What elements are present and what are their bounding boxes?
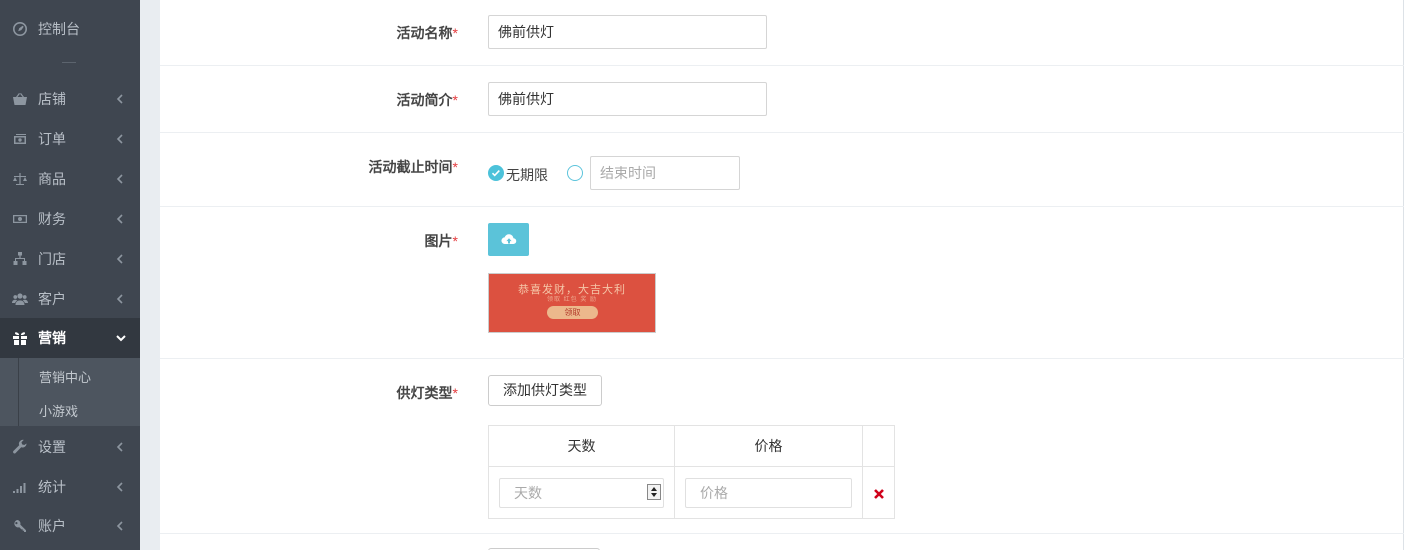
stepper-up-icon — [651, 487, 657, 491]
sitemap-icon — [11, 251, 29, 267]
activity-name-input[interactable] — [488, 15, 767, 49]
chevron-left-icon — [116, 294, 126, 304]
price-input[interactable] — [685, 477, 852, 508]
chevron-left-icon — [116, 214, 126, 224]
chevron-down-icon — [116, 334, 126, 342]
deadline-label: 活动截止时间* — [368, 159, 458, 175]
sidebar-item-label: 商品 — [38, 171, 66, 187]
gift-icon — [11, 330, 29, 346]
sidebar-item-account[interactable]: 账户 — [0, 506, 140, 546]
cloud-upload-icon — [500, 233, 516, 244]
activity-name-label: 活动名称* — [396, 25, 458, 41]
preview-subline: 领取 红包 奖 励 — [546, 297, 597, 303]
required-mark: * — [452, 233, 458, 249]
table-row — [488, 466, 895, 519]
delete-cell — [862, 466, 895, 519]
sidebar: 控制台 店铺 订单 商品 财务 门店 客户 营销 营销中心 小游戏 设置 统计 … — [0, 0, 140, 550]
days-cell — [488, 466, 675, 519]
chevron-left-icon — [116, 254, 126, 264]
sidebar-item-label: 控制台 — [38, 21, 80, 37]
column-header-days: 天数 — [488, 425, 675, 467]
sidebar-item-label: 客户 — [38, 291, 66, 307]
sidebar-item-customers[interactable]: 客户 — [0, 279, 140, 319]
end-time-radio[interactable] — [567, 165, 583, 181]
chevron-left-icon — [116, 521, 126, 531]
users-icon — [11, 291, 29, 307]
stepper-down-icon — [651, 493, 657, 497]
sidebar-item-label: 订单 — [38, 131, 66, 147]
column-header-price: 价格 — [674, 425, 863, 467]
column-header-actions — [862, 425, 895, 467]
chevron-left-icon — [116, 134, 126, 144]
chevron-left-icon — [116, 174, 126, 184]
add-lamp-type-button[interactable]: 添加供灯类型 — [488, 375, 602, 406]
dashboard-icon — [11, 21, 29, 37]
money-icon — [11, 131, 29, 147]
sidebar-item-label: 门店 — [38, 251, 66, 267]
days-input[interactable] — [499, 477, 664, 508]
image-label: 图片* — [424, 233, 458, 249]
submenu-item-marketing-center[interactable]: 营销中心 — [39, 367, 91, 386]
sidebar-item-stats[interactable]: 统计 — [0, 467, 140, 507]
key-icon — [11, 518, 29, 534]
check-icon — [491, 170, 500, 177]
sidebar-item-label: 账户 — [38, 518, 66, 534]
price-cell — [674, 466, 863, 519]
preview-button: 领取 — [547, 306, 598, 319]
sidebar-item-label: 财务 — [38, 211, 66, 227]
main-form-panel: 活动名称* 活动简介* 活动截止时间* 无期限 图片* 恭喜发财，大吉大利 领取… — [160, 0, 1404, 550]
sidebar-item-label: 店铺 — [38, 91, 66, 107]
sidebar-item-settings[interactable]: 设置 — [0, 427, 140, 467]
balance-scale-icon — [11, 171, 29, 187]
required-mark: * — [452, 159, 458, 175]
marketing-submenu: 营销中心 小游戏 — [0, 358, 140, 426]
unlimited-radio[interactable] — [488, 165, 504, 181]
required-mark: * — [452, 25, 458, 41]
sidebar-item-finance[interactable]: 财务 — [0, 199, 140, 239]
signal-icon — [11, 479, 29, 495]
image-preview[interactable]: 恭喜发财，大吉大利 领取 红包 奖 励 领取 — [488, 273, 656, 333]
sidebar-divider — [62, 62, 76, 63]
days-stepper[interactable] — [647, 484, 661, 500]
sidebar-item-orders[interactable]: 订单 — [0, 119, 140, 159]
sidebar-item-dashboard[interactable]: 控制台 — [0, 9, 140, 49]
form-row-image: 图片* 恭喜发财，大吉大利 领取 红包 奖 励 领取 — [160, 207, 1404, 359]
sidebar-item-label: 设置 — [38, 439, 66, 455]
form-row-lamp-type: 供灯类型* 添加供灯类型 天数 价格 — [160, 359, 1404, 534]
activity-intro-label: 活动简介* — [396, 92, 458, 108]
upload-button[interactable] — [488, 223, 529, 256]
activity-intro-input[interactable] — [488, 82, 767, 116]
unlimited-label: 无期限 — [506, 167, 548, 183]
basket-icon — [11, 91, 29, 107]
cash-icon — [11, 211, 29, 227]
chevron-left-icon — [116, 94, 126, 104]
required-mark: * — [452, 385, 458, 401]
lamp-type-label: 供灯类型* — [396, 385, 458, 401]
sidebar-item-shop[interactable]: 店铺 — [0, 79, 140, 119]
chevron-left-icon — [116, 442, 126, 452]
end-time-input[interactable] — [590, 156, 740, 190]
lamp-type-table: 天数 价格 — [488, 425, 895, 519]
sidebar-item-label: 营销 — [38, 330, 66, 346]
chevron-left-icon — [116, 482, 126, 492]
sidebar-item-stores[interactable]: 门店 — [0, 239, 140, 279]
submenu-line — [18, 358, 19, 426]
submenu-item-mini-games[interactable]: 小游戏 — [39, 401, 78, 420]
wrench-icon — [11, 439, 29, 455]
sidebar-item-marketing[interactable]: 营销 — [0, 318, 140, 358]
close-icon[interactable] — [873, 487, 885, 499]
sidebar-item-goods[interactable]: 商品 — [0, 159, 140, 199]
form-row-activity-intro: 活动简介* — [160, 66, 1404, 133]
form-row-activity-name: 活动名称* — [160, 0, 1404, 66]
form-row-deadline: 活动截止时间* 无期限 — [160, 133, 1404, 207]
sidebar-item-label: 统计 — [38, 479, 66, 495]
required-mark: * — [452, 92, 458, 108]
